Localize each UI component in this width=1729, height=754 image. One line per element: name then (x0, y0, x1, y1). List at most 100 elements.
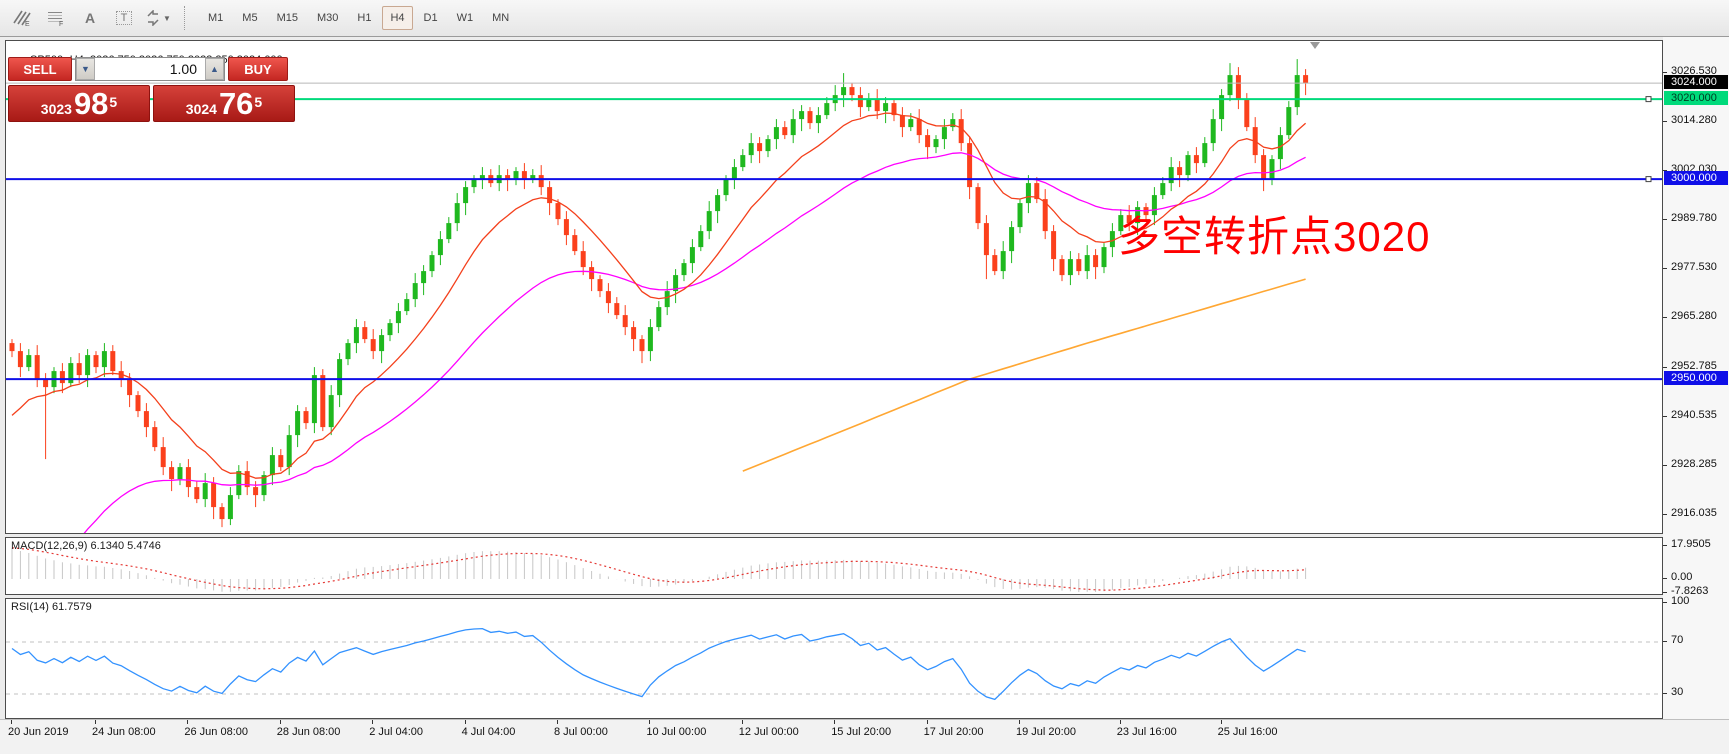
time-axis-label: 24 Jun 08:00 (92, 726, 156, 738)
time-axis-label: 20 Jun 2019 (8, 726, 69, 738)
time-axis-label: 28 Jun 08:00 (277, 726, 341, 738)
bid-quote-box[interactable]: 3023985 (8, 85, 150, 122)
axis-tick (1663, 465, 1667, 466)
timeframe-button-h4[interactable]: H4 (382, 6, 412, 30)
timeframe-button-m30[interactable]: M30 (309, 6, 346, 30)
chart-objects-icon[interactable]: E (6, 4, 38, 32)
price-axis[interactable]: 3026.5303014.2803002.0302989.7802977.530… (1663, 37, 1729, 719)
axis-tick (1663, 72, 1667, 73)
axis-tick (1663, 578, 1667, 579)
chart-text-annotation[interactable]: 多空转折点3020 (1118, 203, 1430, 264)
time-axis-label: 12 Jul 00:00 (739, 726, 799, 738)
price-badge: 3024.000 (1664, 75, 1728, 89)
volume-input[interactable] (95, 58, 205, 80)
axis-tick (834, 720, 835, 724)
volume-stepper: ▼ ▲ (75, 57, 225, 81)
time-axis-label: 10 Jul 00:00 (646, 726, 706, 738)
ask-big-figure: 3024 (186, 99, 217, 119)
volume-decrease-button[interactable]: ▼ (76, 58, 95, 80)
bid-pips: 98 (74, 89, 108, 119)
axis-tick (280, 720, 281, 724)
axis-tick (95, 720, 96, 724)
rsi-canvas[interactable] (6, 599, 1662, 718)
time-axis-label: 26 Jun 08:00 (184, 726, 248, 738)
axis-tick (1663, 545, 1667, 546)
axis-tick (1663, 416, 1667, 417)
ask-pips: 76 (219, 89, 253, 119)
price-axis-label: 3014.280 (1671, 114, 1717, 126)
time-axis-label: 19 Jul 20:00 (1016, 726, 1076, 738)
axis-tick (557, 720, 558, 724)
buy-button[interactable]: BUY (228, 57, 288, 81)
boxed-t-icon: T (116, 11, 133, 25)
timeframe-button-m1[interactable]: M1 (200, 6, 231, 30)
timeframe-button-m15[interactable]: M15 (269, 6, 306, 30)
price-axis-label: 2977.530 (1671, 261, 1717, 273)
timeframe-button-w1[interactable]: W1 (449, 6, 482, 30)
toolbar: E F A T ▼ M1M5M15M30H1H4D1W1MN (0, 0, 1729, 37)
price-badge: 2950.000 (1664, 371, 1728, 385)
axis-tick (1663, 693, 1667, 694)
axis-tick (1663, 592, 1667, 593)
one-click-trade-panel: SELL ▼ ▲ BUY 3023985 3024765 (8, 57, 298, 122)
price-axis-label: 2940.535 (1671, 409, 1717, 421)
timeframe-button-m5[interactable]: M5 (234, 6, 265, 30)
chevron-down-icon: ▼ (163, 14, 171, 23)
timeframe-button-d1[interactable]: D1 (416, 6, 446, 30)
svg-text:E: E (25, 21, 30, 27)
macd-label: MACD(12,26,9) 6.1340 5.4746 (11, 540, 161, 552)
axis-tick (1663, 268, 1667, 269)
time-axis-label: 17 Jul 20:00 (924, 726, 984, 738)
axis-tick (372, 720, 373, 724)
sell-button[interactable]: SELL (8, 57, 72, 81)
axis-tick (1663, 641, 1667, 642)
axis-tick (1663, 317, 1667, 318)
time-axis-label: 8 Jul 00:00 (554, 726, 608, 738)
price-axis-label: 2989.780 (1671, 212, 1717, 224)
macd-axis-label: 0.00 (1671, 571, 1692, 583)
axis-tick (1120, 720, 1121, 724)
grid-icon[interactable]: F (40, 4, 72, 32)
axis-tick (1663, 367, 1667, 368)
rsi-axis-label: 70 (1671, 634, 1683, 646)
ask-quote-box[interactable]: 3024765 (153, 85, 295, 122)
rsi-label: RSI(14) 61.7579 (11, 601, 92, 613)
bid-big-figure: 3023 (41, 99, 72, 119)
price-axis-label: 2928.285 (1671, 458, 1717, 470)
macd-indicator-pane[interactable]: MACD(12,26,9) 6.1340 5.4746 (5, 537, 1663, 595)
timeframe-button-h1[interactable]: H1 (349, 6, 379, 30)
axis-tick (1221, 720, 1222, 724)
price-badge: 3020.000 (1664, 91, 1728, 105)
dots-grid-icon: F (46, 9, 66, 27)
hatch-icon: E (12, 9, 32, 27)
rsi-indicator-pane[interactable]: RSI(14) 61.7579 (5, 598, 1663, 719)
axis-tick (1019, 720, 1020, 724)
time-axis-label: 23 Jul 16:00 (1117, 726, 1177, 738)
axis-tick (465, 720, 466, 724)
text-label-icon[interactable]: A (74, 4, 106, 32)
macd-canvas[interactable] (6, 538, 1662, 594)
ask-pipette: 5 (254, 85, 262, 119)
text-box-icon[interactable]: T (108, 4, 140, 32)
arrows-icon (145, 10, 161, 26)
toolbar-separator (184, 6, 194, 30)
chart-shift-marker[interactable] (1310, 42, 1320, 49)
axis-tick (742, 720, 743, 724)
time-axis[interactable]: 20 Jun 2019 24 Jun 08:00 26 Jun 08:00 28 Ju… (0, 719, 1729, 754)
axis-tick (1663, 602, 1667, 603)
timeframe-buttons: M1M5M15M30H1H4D1W1MN (200, 6, 520, 30)
rsi-axis-label: 100 (1671, 595, 1689, 607)
price-axis-label: 2916.035 (1671, 507, 1717, 519)
axis-tick (1663, 121, 1667, 122)
bid-pipette: 5 (109, 85, 117, 119)
macd-axis-label: 17.9505 (1671, 538, 1711, 550)
axis-tick (11, 720, 12, 724)
timeframe-button-mn[interactable]: MN (484, 6, 517, 30)
svg-text:F: F (59, 21, 63, 27)
axis-tick (187, 720, 188, 724)
arrows-style-icon[interactable]: ▼ (142, 4, 174, 32)
volume-increase-button[interactable]: ▲ (205, 58, 224, 80)
time-axis-label: 15 Jul 20:00 (831, 726, 891, 738)
time-axis-label: 25 Jul 16:00 (1218, 726, 1278, 738)
axis-tick (927, 720, 928, 724)
